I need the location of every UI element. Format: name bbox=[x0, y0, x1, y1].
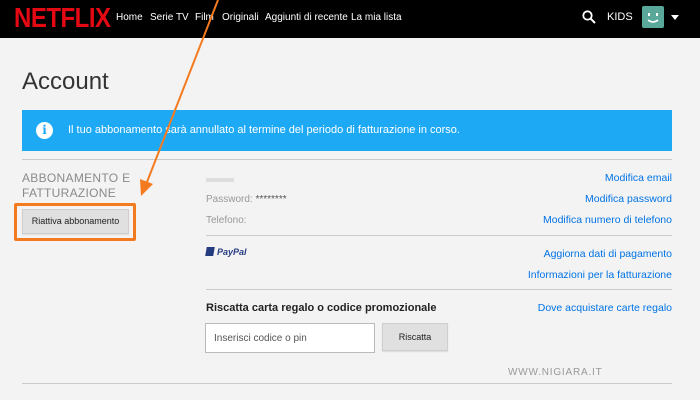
annotation-arrow bbox=[140, 0, 219, 196]
